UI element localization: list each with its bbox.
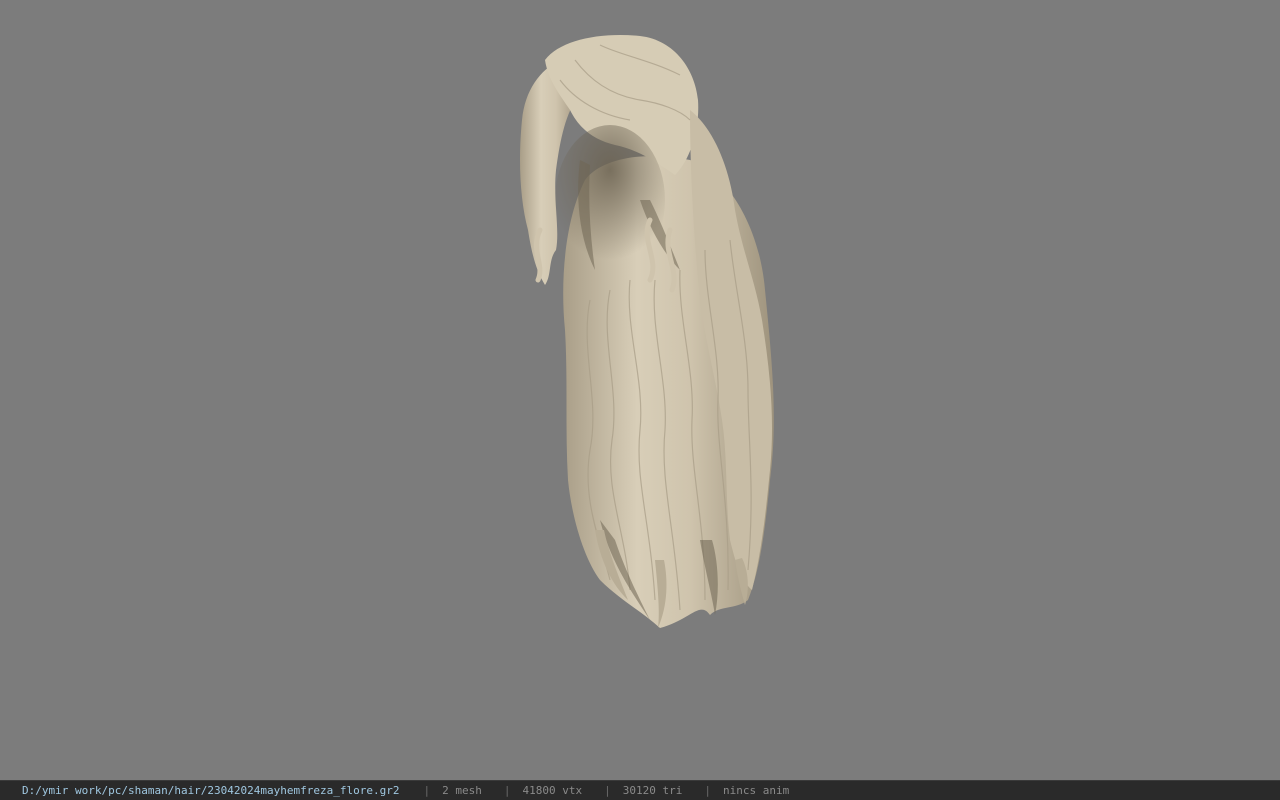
anim-status: nincs anim xyxy=(722,784,790,797)
mesh-count: 2 mesh xyxy=(442,784,482,797)
status-separator: | xyxy=(604,784,611,797)
status-separator: | xyxy=(503,784,511,797)
status-separator: | xyxy=(704,784,711,797)
vertex-count: 41800 vtx xyxy=(522,784,583,797)
status-bar: D:/ymir work/pc/shaman/hair/23042024mayh… xyxy=(0,780,1280,800)
hair-model-render xyxy=(520,35,774,628)
triangle-count: 30120 tri xyxy=(622,784,683,797)
status-separator: | xyxy=(423,784,431,797)
file-path: D:/ymir work/pc/shaman/hair/23042024mayh… xyxy=(22,784,400,797)
3d-viewport[interactable] xyxy=(0,0,1280,780)
